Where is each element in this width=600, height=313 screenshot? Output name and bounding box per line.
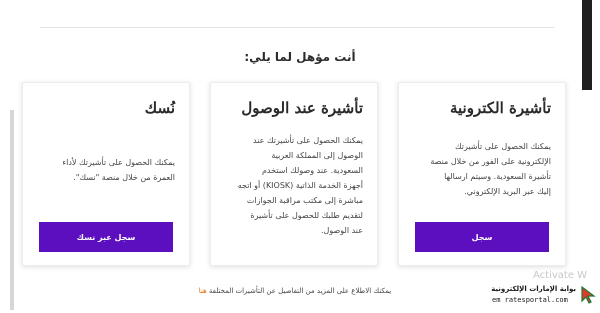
card-description: يمكنك الحصول على تأشيرتك لأداء العمرة من… bbox=[62, 158, 175, 182]
card-nusuk: نُسك يمكنك الحصول على تأشيرتك لأداء العم… bbox=[22, 82, 190, 266]
portal-badge[interactable]: بوابة الإمارات الإلكترونية em ratesporta… bbox=[484, 280, 600, 313]
card-visa-on-arrival: تأشيرة عند الوصول يمكنك الحصول على تأشير… bbox=[210, 82, 378, 266]
scrollbar-edge bbox=[582, 0, 592, 90]
card-title: تأشيرة الكترونية bbox=[449, 99, 551, 117]
footer-note: يمكنك الاطلاع على المزيد من التفاصيل عن … bbox=[150, 287, 440, 295]
footer-link[interactable]: هنا bbox=[199, 287, 207, 295]
footer-text: يمكنك الاطلاع على المزيد من التفاصيل عن … bbox=[208, 287, 392, 295]
left-edge-bar bbox=[10, 110, 14, 310]
top-divider bbox=[40, 27, 554, 28]
portal-name: بوابة الإمارات الإلكترونية bbox=[491, 285, 576, 293]
card-description: يمكنك الحصول على تأشيرتك عند الوصول إلى … bbox=[237, 136, 363, 235]
register-button[interactable]: سجل bbox=[415, 222, 549, 252]
cursor-logo-icon bbox=[581, 286, 596, 304]
register-via-nusuk-button[interactable]: سجل عبر نسك bbox=[39, 222, 173, 252]
card-title: نُسك bbox=[144, 99, 175, 117]
eligibility-heading: أنت مؤهل لما يلي: bbox=[244, 50, 356, 64]
portal-url: em ratesportal.com bbox=[492, 296, 568, 304]
card-description: يمكنك الحصول على تأشيرتك الإلكترونية على… bbox=[430, 142, 551, 196]
card-e-visa: تأشيرة الكترونية يمكنك الحصول على تأشيرت… bbox=[398, 82, 566, 266]
card-title: تأشيرة عند الوصول bbox=[241, 99, 363, 117]
